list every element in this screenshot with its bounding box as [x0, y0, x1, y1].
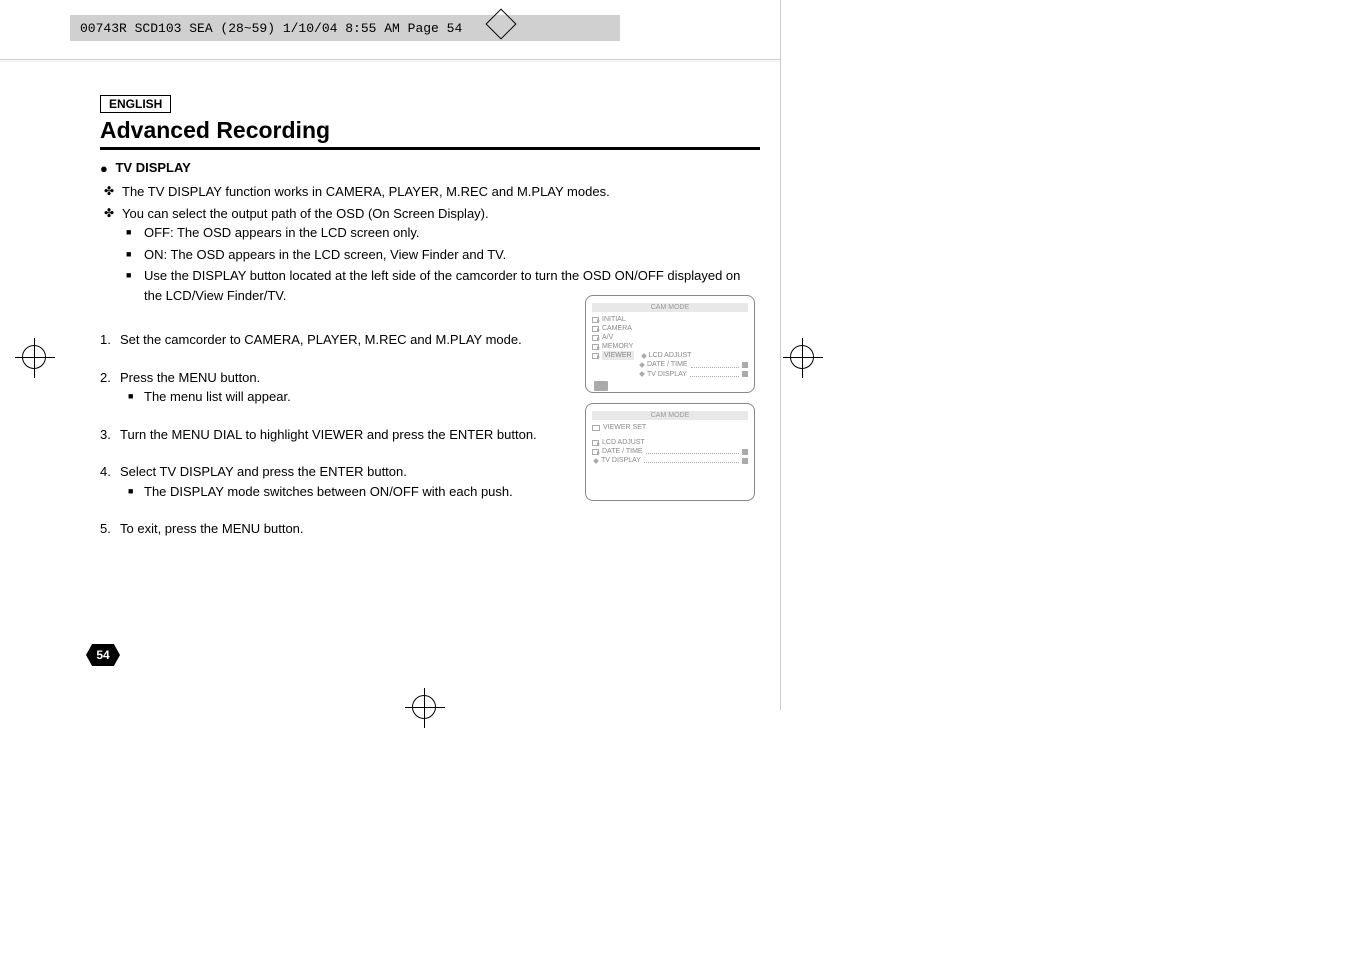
folder-icon: [592, 344, 599, 350]
menu-item: MEMORY: [592, 342, 748, 351]
return-icon: [592, 425, 600, 431]
step-number: 5.: [100, 519, 111, 539]
step-text: Select TV DISPLAY and press the ENTER bu…: [120, 464, 407, 479]
step-number: 3.: [100, 425, 111, 445]
list-item: ON: The OSD appears in the LCD screen, V…: [144, 245, 760, 265]
menu-item: INITIAL: [592, 315, 748, 324]
submenu-item: DATE / TIME: [638, 360, 748, 369]
submenu-item: TV DISPLAY: [638, 370, 748, 379]
square-icon: [742, 449, 748, 455]
page-number-badge: 54: [86, 644, 120, 666]
registration-mark-icon: [790, 345, 814, 369]
registration-mark-icon: [412, 695, 436, 719]
intro-sublist: OFF: The OSD appears in the LCD screen o…: [122, 223, 760, 305]
list-item-text: You can select the output path of the OS…: [122, 206, 489, 221]
submenu-label: TV DISPLAY: [647, 370, 687, 379]
step-item: 5. To exit, press the MENU button.: [100, 519, 760, 539]
intro-list: The TV DISPLAY function works in CAMERA,…: [100, 182, 760, 305]
folder-icon: [592, 326, 599, 332]
screen-title: CAM MODE: [592, 411, 748, 420]
menu-label: CAMERA: [602, 324, 632, 333]
menu-label: INITIAL: [602, 315, 626, 324]
cursor-icon: [594, 381, 608, 391]
diamond-icon: [641, 353, 647, 359]
bullet-icon: ●: [100, 161, 108, 176]
section-title-text: TV DISPLAY: [115, 160, 190, 175]
menu-set-item: VIEWER SET: [592, 423, 748, 432]
menu-label: LCD ADJUST: [602, 438, 645, 447]
diamond-icon: [639, 362, 645, 368]
menu-item: CAMERA: [592, 324, 748, 333]
menu-label: VIEWER SET: [603, 423, 646, 432]
folder-icon: [592, 353, 599, 359]
language-badge: ENGLISH: [100, 95, 171, 113]
menu-item: DATE / TIME: [592, 447, 748, 456]
submenu-label: LCD ADJUST: [649, 351, 692, 360]
menu-item: A/V: [592, 333, 748, 342]
menu-item: VIEWER LCD ADJUST: [592, 351, 748, 360]
square-icon: [742, 458, 748, 464]
folder-icon: [592, 317, 599, 323]
dotted-line: [690, 372, 739, 377]
square-icon: [742, 362, 748, 368]
dotted-line: [644, 458, 739, 463]
menu-label: MEMORY: [602, 342, 633, 351]
folder-icon: [592, 449, 599, 455]
header-meta-bar: 00743R SCD103 SEA (28~59) 1/10/04 8:55 A…: [70, 15, 620, 41]
step-text: To exit, press the MENU button.: [120, 521, 304, 536]
step-text: Press the MENU button.: [120, 370, 260, 385]
menu-item: LCD ADJUST: [592, 438, 748, 447]
submenu-label: DATE / TIME: [647, 360, 688, 369]
step-text: Set the camcorder to CAMERA, PLAYER, M.R…: [120, 332, 522, 347]
menu-item: TV DISPLAY: [592, 456, 748, 465]
menu-screen-1: CAM MODE INITIAL CAMERA A/V MEMORY VIEWE…: [585, 295, 755, 393]
folder-icon: [592, 440, 599, 446]
diamond-icon: [639, 371, 645, 377]
page-number: 54: [96, 648, 109, 662]
dotted-line: [646, 449, 739, 454]
rule-line-thin: [0, 61, 780, 62]
registration-mark-icon: [22, 345, 46, 369]
step-text: Turn the MENU DIAL to highlight VIEWER a…: [120, 427, 537, 442]
menu-label: TV DISPLAY: [601, 456, 641, 465]
step-number: 4.: [100, 462, 111, 482]
step-number: 2.: [100, 368, 111, 388]
menu-label: A/V: [602, 333, 613, 342]
screen-title: CAM MODE: [592, 303, 748, 312]
square-icon: [742, 371, 748, 377]
menu-label: DATE / TIME: [602, 447, 643, 456]
menu-cursor: [592, 379, 748, 391]
vertical-divider: [780, 0, 781, 710]
list-item: You can select the output path of the OS…: [122, 204, 760, 306]
header-meta-text: 00743R SCD103 SEA (28~59) 1/10/04 8:55 A…: [80, 21, 462, 36]
step-number: 1.: [100, 330, 111, 350]
list-item: OFF: The OSD appears in the LCD screen o…: [144, 223, 760, 243]
menu-label-selected: VIEWER: [602, 351, 634, 360]
folder-icon: [592, 335, 599, 341]
menu-screen-2: CAM MODE VIEWER SET LCD ADJUST DATE / TI…: [585, 403, 755, 501]
dotted-line: [691, 363, 739, 368]
section-title: ● TV DISPLAY: [100, 160, 760, 176]
list-item: The TV DISPLAY function works in CAMERA,…: [122, 182, 760, 202]
page-title: Advanced Recording: [100, 117, 760, 150]
diamond-icon: [593, 458, 599, 464]
menu-screens: CAM MODE INITIAL CAMERA A/V MEMORY VIEWE…: [585, 295, 755, 511]
